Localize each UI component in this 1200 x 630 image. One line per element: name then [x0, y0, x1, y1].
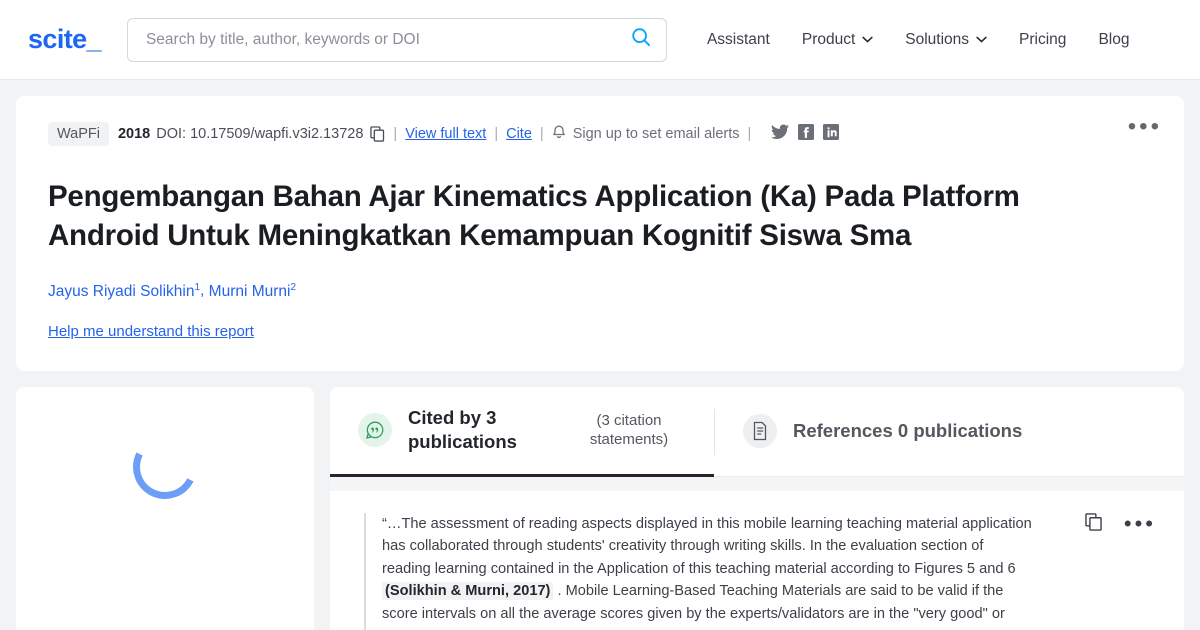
help-understand-report-link[interactable]: Help me understand this report — [48, 323, 254, 340]
social-share-group — [771, 124, 840, 144]
author-link[interactable]: Murni Murni2 — [208, 281, 297, 300]
quote-bubble-icon — [358, 413, 392, 448]
journal-badge: WaPFi — [48, 122, 109, 146]
meta-separator: | — [539, 126, 544, 142]
citation-reference[interactable]: (Solikhin & Murni, 2017) — [382, 582, 554, 601]
citation-quote: “…The assessment of reading aspects disp… — [364, 512, 1160, 630]
tab-cited-by[interactable]: Cited by 3 publications (3 citation stat… — [330, 387, 714, 477]
publication-year: 2018 — [117, 126, 151, 142]
nav-item-blog[interactable]: Blog — [1082, 31, 1145, 49]
page-title: Pengembangan Bahan Ajar Kinematics Appli… — [48, 180, 1020, 253]
author-list: Jayus Riyadi Solikhin1, Murni Murni2 — [48, 281, 1154, 300]
quote-accent-bar — [364, 512, 366, 630]
meta-separator: | — [747, 126, 752, 142]
tab-cited-by-sublabel: (3 citation statements) — [589, 411, 669, 449]
nav-item-pricing[interactable]: Pricing — [1003, 31, 1082, 49]
author-name: Jayus Riyadi Solikhin — [48, 282, 195, 300]
chevron-down-icon — [862, 36, 873, 43]
page-body: ••• WaPFi 2018 DOI: 10.17509/wapfi.v3i2.… — [0, 80, 1200, 630]
nav-item-solutions[interactable]: Solutions — [889, 31, 1003, 49]
statement-more-menu-button[interactable]: ••• — [1124, 513, 1156, 535]
document-icon — [743, 414, 777, 449]
statement-actions: ••• — [1085, 513, 1156, 536]
main-nav: Assistant Product Solutions Pricing Blog — [691, 31, 1146, 49]
citations-tabs: Cited by 3 publications (3 citation stat… — [330, 387, 1184, 477]
tab-references-label: References 0 publications — [793, 420, 1023, 442]
search-input[interactable] — [145, 30, 630, 49]
tab-cited-by-label: Cited by 3 publications — [408, 407, 517, 453]
citation-statements-list: ••• “…The assessment of reading aspects … — [330, 476, 1184, 630]
citation-quote-text: “…The assessment of reading aspects disp… — [382, 513, 1032, 630]
linkedin-icon[interactable] — [823, 124, 840, 144]
facebook-icon[interactable] — [798, 124, 815, 144]
author-separator: , — [200, 282, 209, 300]
tab-bar-filler — [1052, 387, 1184, 477]
meta-separator: | — [393, 126, 398, 142]
email-alerts-button[interactable]: Sign up to set email alerts — [552, 124, 740, 144]
author-affiliation: 2 — [290, 281, 297, 293]
site-header: scite_ Assistant Product Solutions Pr — [0, 0, 1200, 80]
quote-part-1: “…The assessment of reading aspects disp… — [382, 515, 1032, 577]
nav-label: Solutions — [905, 30, 970, 48]
paper-header-card: ••• WaPFi 2018 DOI: 10.17509/wapfi.v3i2.… — [16, 96, 1184, 371]
cite-link[interactable]: Cite — [506, 126, 532, 142]
metrics-panel — [16, 386, 314, 630]
tab-references[interactable]: References 0 publications — [715, 387, 1053, 477]
doi-text: DOI: 10.17509/wapfi.v3i2.13728 — [156, 126, 364, 142]
nav-label: Assistant — [706, 30, 770, 48]
paper-meta-row: WaPFi 2018 DOI: 10.17509/wapfi.v3i2.1372… — [48, 122, 1154, 146]
scite-logo[interactable]: scite_ — [28, 24, 102, 55]
citation-statement-card: ••• “…The assessment of reading aspects … — [330, 490, 1184, 630]
meta-separator: | — [494, 126, 499, 142]
nav-item-product[interactable]: Product — [786, 31, 889, 49]
copy-icon[interactable] — [1085, 512, 1102, 536]
email-alerts-label: Sign up to set email alerts — [572, 126, 740, 142]
twitter-icon[interactable] — [771, 124, 790, 144]
view-full-text-link[interactable]: View full text — [405, 126, 486, 142]
author-name: Murni Murni — [208, 282, 291, 300]
search-icon[interactable] — [630, 26, 652, 53]
loading-spinner — [124, 426, 206, 507]
lower-section: Cited by 3 publications (3 citation stat… — [16, 386, 1184, 630]
nav-label: Pricing — [1019, 30, 1067, 48]
search-box[interactable] — [126, 17, 667, 62]
nav-label: Blog — [1098, 30, 1130, 48]
nav-label: Product — [801, 30, 856, 48]
citations-panel: Cited by 3 publications (3 citation stat… — [330, 386, 1184, 630]
chevron-down-icon — [976, 36, 987, 43]
bell-icon — [552, 124, 566, 144]
copy-doi-icon[interactable] — [370, 126, 385, 142]
author-link[interactable]: Jayus Riyadi Solikhin1 — [48, 281, 200, 300]
nav-item-assistant[interactable]: Assistant — [691, 31, 786, 49]
paper-more-menu-button[interactable]: ••• — [1128, 115, 1162, 139]
